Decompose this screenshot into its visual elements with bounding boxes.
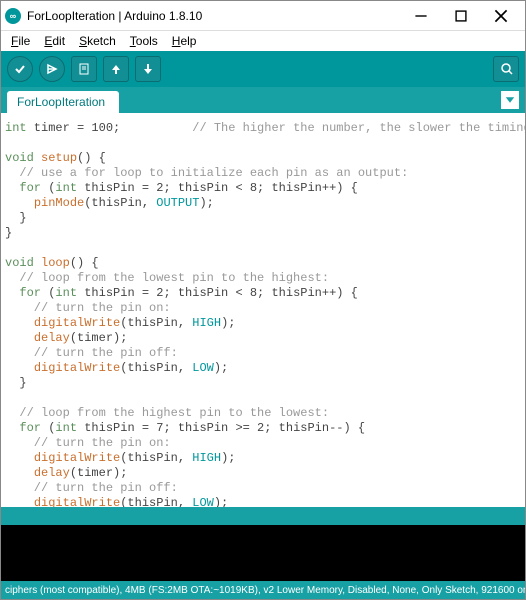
window-controls [401,2,521,30]
menu-help[interactable]: Help [166,32,203,50]
serial-monitor-button[interactable] [493,56,519,82]
app-icon: ∞ [5,8,21,24]
board-info-bar: ciphers (most compatible), 4MB (FS:2MB O… [1,581,525,599]
console-output[interactable] [1,525,525,581]
upload-button[interactable] [39,56,65,82]
tabbar: ForLoopIteration [1,87,525,113]
close-button[interactable] [481,2,521,30]
open-button[interactable] [103,56,129,82]
minimize-button[interactable] [401,2,441,30]
status-bar [1,507,525,525]
menubar: File Edit Sketch Tools Help [1,31,525,51]
board-info-text: ciphers (most compatible), 4MB (FS:2MB O… [5,585,525,596]
menu-tools[interactable]: Tools [124,32,164,50]
tab-sketch[interactable]: ForLoopIteration [7,91,119,113]
menu-sketch[interactable]: Sketch [73,32,122,50]
code-editor[interactable]: int timer = 100; // The higher the numbe… [1,113,525,507]
window-title: ForLoopIteration | Arduino 1.8.10 [27,9,401,23]
tab-menu-button[interactable] [501,91,519,109]
toolbar [1,51,525,87]
menu-edit[interactable]: Edit [38,32,71,50]
verify-button[interactable] [7,56,33,82]
menu-file[interactable]: File [5,32,36,50]
maximize-button[interactable] [441,2,481,30]
new-button[interactable] [71,56,97,82]
save-button[interactable] [135,56,161,82]
titlebar: ∞ ForLoopIteration | Arduino 1.8.10 [1,1,525,31]
